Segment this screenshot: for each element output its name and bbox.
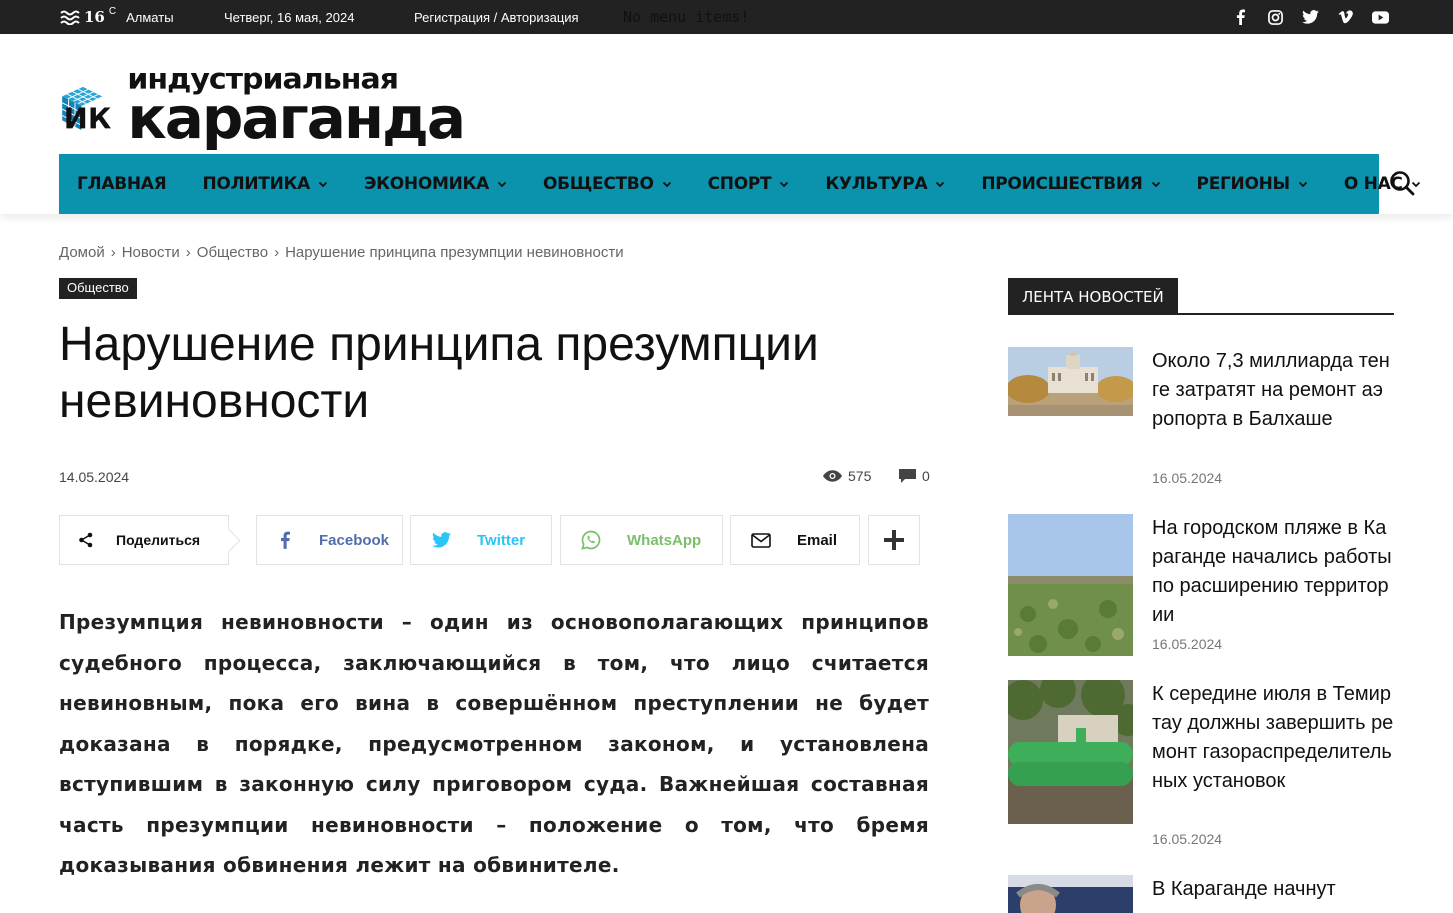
chevron-down-icon [318, 181, 328, 188]
nav-item-2[interactable]: ЭКОНОМИКА [346, 154, 525, 214]
breadcrumb-current: Нарушение принципа презумпции невиновнос… [285, 244, 624, 261]
svg-text:ИК: ИК [64, 101, 112, 135]
twitter-icon[interactable] [1301, 8, 1319, 26]
site-logo[interactable]: ИК индустриальная караганда [59, 62, 466, 152]
fog-icon [60, 10, 80, 25]
sidebar-news-item[interactable]: К середине июля в Темиртау должны заверш… [1008, 680, 1394, 850]
logo-cube-icon: ИК [61, 86, 112, 135]
share-whatsapp-button[interactable]: WhatsApp [560, 515, 723, 565]
site-header: ИК индустриальная караганда ГЛАВНАЯ ПОЛИТ… [0, 34, 1453, 214]
email-label: Email [797, 531, 838, 549]
temperature-unit: C [108, 6, 117, 17]
news-date: 16.05.2024 [1152, 831, 1223, 847]
nav-item-label: ГЛАВНАЯ [77, 174, 167, 194]
nav-item-3[interactable]: ОБЩЕСТВО [525, 154, 690, 214]
nav-item-0[interactable]: ГЛАВНАЯ [59, 154, 184, 214]
logo-text-line2: караганда [127, 84, 466, 152]
chevron-down-icon [497, 181, 507, 188]
chevron-down-icon [662, 181, 671, 188]
chevron-down-icon [936, 181, 945, 188]
envelope-icon [751, 530, 771, 550]
weather-city: Алматы [126, 10, 174, 25]
youtube-icon[interactable] [1371, 8, 1389, 26]
nav-item-label: СПОРТ [707, 174, 772, 194]
facebook-icon [275, 530, 295, 550]
plus-icon [884, 530, 904, 550]
nav-item-label: ЭКОНОМИКА [363, 174, 489, 194]
breadcrumb-society[interactable]: Общество [197, 244, 268, 261]
instagram-icon[interactable] [1266, 8, 1284, 26]
news-date: 16.05.2024 [1152, 636, 1223, 652]
whatsapp-label: WhatsApp [627, 531, 702, 549]
news-thumbnail-beach[interactable] [1008, 514, 1133, 656]
main-nav: ГЛАВНАЯ ПОЛИТИКА ЭКОНОМИКА ОБЩЕСТВО СПОРТ КУЛ… [59, 154, 1420, 214]
whatsapp-icon [581, 530, 601, 550]
breadcrumb: Домой › Новости › Общество › Нарушение п… [59, 244, 624, 261]
comment-count-value: 0 [922, 468, 930, 484]
nav-item-1[interactable]: ПОЛИТИКА [184, 154, 346, 214]
comment-icon [899, 469, 916, 483]
sidebar-heading-label: ЛЕНТА НОВОСТЕЙ [1008, 278, 1178, 313]
temperature: 16 [84, 8, 105, 26]
news-thumbnail-person[interactable] [1008, 875, 1133, 913]
share-facebook-button[interactable]: Facebook [256, 515, 403, 565]
news-date: 16.05.2024 [1152, 470, 1223, 486]
category-badge[interactable]: Общество [59, 278, 137, 299]
twitter-icon [431, 530, 451, 550]
nav-item-label: ОБЩЕСТВО [542, 174, 654, 194]
sidebar-heading: ЛЕНТА НОВОСТЕЙ [1008, 278, 1394, 315]
weather-widget: 16 C Алматы [60, 6, 174, 26]
share-email-button[interactable]: Email [730, 515, 860, 565]
breadcrumb-separator: › [110, 244, 116, 261]
top-bar: 16 C Алматы Четверг, 16 мая, 2024 Регист… [0, 0, 1453, 34]
view-count-value: 575 [848, 468, 872, 484]
news-title[interactable]: В Караганде начнут [1152, 875, 1394, 904]
search-icon[interactable] [1388, 169, 1416, 197]
article-body: Презумпция невиновности – один из осново… [59, 610, 929, 877]
share-button[interactable]: Поделиться [59, 515, 229, 565]
no-menu-message: No menu items! [623, 8, 750, 26]
facebook-label: Facebook [319, 531, 390, 549]
nav-item-6[interactable]: ПРОИСШЕСТВИЯ [963, 154, 1178, 214]
share-more-button[interactable] [868, 515, 920, 565]
article-title: Нарушение принципа презумпции невиновнос… [59, 318, 819, 428]
news-thumbnail-gas[interactable] [1008, 680, 1133, 824]
publish-date: 14.05.2024 [59, 469, 130, 485]
sidebar-news-item[interactable]: На городском пляже в Караганде начались … [1008, 514, 1394, 664]
chevron-down-icon [1298, 181, 1308, 188]
chevron-down-icon [780, 181, 789, 188]
sidebar-news-item[interactable]: Около 7,3 миллиарда тенге затратят на ре… [1008, 347, 1394, 497]
share-label: Поделиться [116, 532, 201, 548]
view-count: 575 [823, 468, 871, 484]
nav-item-label: РЕГИОНЫ [1196, 174, 1291, 194]
news-title[interactable]: На городском пляже в Караганде начались … [1152, 514, 1394, 630]
share-icon [76, 530, 96, 550]
news-title[interactable]: К середине июля в Темиртау должны заверш… [1152, 680, 1394, 796]
logo-text-line1: индустриальная [127, 62, 399, 97]
twitter-label: Twitter [477, 531, 526, 549]
current-date: Четверг, 16 мая, 2024 [224, 10, 355, 25]
news-title[interactable]: Около 7,3 миллиарда тенге затратят на ре… [1152, 347, 1394, 434]
nav-item-8[interactable]: О НАС [1326, 154, 1439, 214]
comment-count[interactable]: 0 [899, 468, 930, 484]
share-twitter-button[interactable]: Twitter [410, 515, 552, 565]
breadcrumb-separator: › [185, 244, 191, 261]
facebook-icon[interactable] [1231, 8, 1249, 26]
breadcrumb-news[interactable]: Новости [122, 244, 180, 261]
social-links [1231, 8, 1389, 26]
nav-item-4[interactable]: СПОРТ [690, 154, 808, 214]
sidebar-news-item[interactable]: В Караганде начнут [1008, 875, 1394, 913]
nav-item-label: ПРОИСШЕСТВИЯ [981, 174, 1143, 194]
nav-item-7[interactable]: РЕГИОНЫ [1179, 154, 1326, 214]
breadcrumb-separator: › [274, 244, 280, 261]
login-register-link[interactable]: Регистрация / Авторизация [414, 10, 579, 25]
nav-item-label: ПОЛИТИКА [202, 174, 310, 194]
chevron-down-icon [1151, 181, 1160, 188]
nav-item-label: КУЛЬТУРА [825, 174, 928, 194]
nav-item-5[interactable]: КУЛЬТУРА [807, 154, 963, 214]
news-thumbnail-airport[interactable] [1008, 347, 1133, 416]
eye-icon [823, 470, 842, 482]
breadcrumb-home[interactable]: Домой [59, 244, 105, 261]
vimeo-icon[interactable] [1336, 8, 1354, 26]
